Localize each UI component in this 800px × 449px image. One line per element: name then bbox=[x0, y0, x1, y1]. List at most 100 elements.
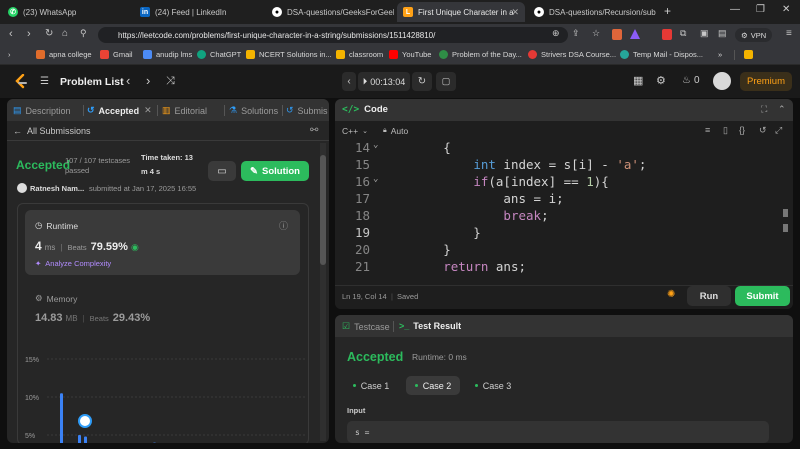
bookmark-gmail[interactable]: Gmail bbox=[100, 50, 133, 59]
solution-button[interactable]: ✎ Solution bbox=[241, 161, 309, 181]
result-scrollbar[interactable] bbox=[779, 317, 785, 441]
back-icon[interactable]: ‹ bbox=[9, 28, 13, 40]
language-select[interactable]: C++ ⌄ bbox=[342, 126, 368, 136]
fold-icon[interactable]: ⌄ bbox=[373, 174, 378, 184]
reload-icon[interactable]: ↻ bbox=[45, 28, 53, 39]
distribution-bar[interactable] bbox=[60, 393, 63, 443]
timer-display[interactable]: ⏵ 00:13:04 bbox=[358, 72, 410, 91]
bookmark-chatgpt[interactable]: ChatGPT bbox=[197, 50, 241, 59]
analyze-complexity-link[interactable]: ✦ Analyze Complexity bbox=[35, 259, 111, 268]
info-icon[interactable]: ⓘ bbox=[279, 219, 288, 232]
memory-title[interactable]: ⚙ Memory bbox=[35, 293, 77, 304]
submit-button[interactable]: Submit bbox=[735, 286, 790, 306]
bookmarks-expand-icon[interactable]: › bbox=[8, 50, 11, 59]
minimize-icon[interactable]: — bbox=[730, 4, 740, 15]
reset-code-icon[interactable]: ↺ bbox=[759, 125, 767, 136]
vpn-button[interactable]: ⚙ VPN bbox=[735, 28, 773, 42]
browser-tab-github-gfg[interactable]: ● DSA-questions/GeeksForGeeks a bbox=[266, 2, 394, 22]
bookmark-star-icon[interactable]: ☆ bbox=[592, 28, 600, 39]
runtime-distribution-chart[interactable]: 15% 10% 5% bbox=[25, 349, 305, 443]
your-submission-marker[interactable] bbox=[78, 414, 92, 428]
tab-description[interactable]: ▤ Description bbox=[13, 105, 71, 116]
bookmark-ncert[interactable]: NCERT Solutions in... bbox=[246, 50, 332, 59]
editor-scroll-marker[interactable] bbox=[783, 209, 788, 217]
premium-button[interactable]: Premium bbox=[740, 72, 792, 91]
case-1-tab[interactable]: Case 1 bbox=[349, 376, 393, 395]
tab-accepted[interactable]: ↺ Accepted ✕ bbox=[87, 105, 152, 116]
tab-test-result[interactable]: >_ Test Result bbox=[399, 321, 461, 331]
case-2-tab[interactable]: Case 2 bbox=[406, 376, 460, 395]
bookmark-apna-college[interactable]: apna college bbox=[36, 50, 92, 59]
rewards-icon[interactable] bbox=[630, 29, 640, 39]
code-editor[interactable]: 14 { ⌄ 15 int index = s[i] - 'a'; 16 if(… bbox=[335, 139, 793, 279]
tab-solutions[interactable]: ⚗ Solutions bbox=[229, 105, 278, 116]
fullscreen-icon[interactable]: ⤢ bbox=[775, 125, 782, 136]
zoom-icon[interactable]: ⊕ bbox=[552, 28, 560, 39]
close-window-icon[interactable]: ✕ bbox=[782, 4, 790, 15]
brave-shield-icon[interactable] bbox=[612, 29, 622, 40]
problem-list-link[interactable]: Problem List bbox=[60, 76, 124, 88]
problem-list-icon[interactable]: ☰ bbox=[40, 76, 49, 87]
user-avatar[interactable] bbox=[17, 183, 27, 193]
forward-icon[interactable]: › bbox=[27, 28, 31, 40]
settings-gear-icon[interactable]: ⚙ bbox=[656, 74, 666, 87]
browser-tab-linkedin[interactable]: in (24) Feed | LinkedIn bbox=[134, 2, 262, 22]
sidebar-icon[interactable]: ▣ bbox=[700, 28, 709, 39]
format-icon[interactable]: ≡ bbox=[705, 125, 710, 135]
url-input[interactable]: https://leetcode.com/problems/first-uniq… bbox=[98, 27, 568, 43]
editor-scroll-marker[interactable] bbox=[783, 224, 788, 232]
notes-button[interactable]: ▭ bbox=[208, 161, 236, 181]
browser-tab-leetcode[interactable]: L First Unique Character in a S ✕ bbox=[397, 2, 525, 22]
bookmark-potd[interactable]: Problem of the Day... bbox=[439, 50, 522, 59]
bookmark-anudip[interactable]: anudip lms bbox=[143, 50, 192, 59]
run-button[interactable]: Run bbox=[687, 286, 731, 306]
share-icon[interactable]: ⇪ bbox=[572, 28, 580, 39]
bookmark-icon[interactable]: ▯ bbox=[723, 125, 728, 136]
link-icon[interactable]: ⚯ bbox=[310, 125, 318, 136]
timer-collapse-icon[interactable]: ‹ bbox=[342, 72, 356, 91]
left-scrollbar-thumb[interactable] bbox=[320, 155, 326, 265]
timer-reset-icon[interactable]: ↻ bbox=[412, 72, 432, 91]
code-panel: </> Code ⛶ ⌃ C++ ⌄ 🔒︎ Auto ≡ ▯ {} ↺ ⤢ 14… bbox=[335, 99, 793, 309]
browser-tab-github-recursion[interactable]: ● DSA-questions/Recursion/subse bbox=[528, 2, 656, 22]
extension-icon[interactable] bbox=[662, 29, 672, 40]
auto-mode[interactable]: 🔒︎ Auto bbox=[383, 126, 408, 136]
tab-editorial[interactable]: ▥ Editorial bbox=[162, 105, 207, 116]
leetcode-logo-icon[interactable] bbox=[14, 73, 28, 90]
distribution-bar[interactable] bbox=[78, 435, 81, 443]
all-submissions-link[interactable]: ← All Submissions bbox=[13, 126, 91, 136]
site-info-icon[interactable]: ⚲ bbox=[80, 28, 87, 39]
restore-icon[interactable]: ❐ bbox=[756, 4, 765, 15]
streak-counter[interactable]: ♨ 0 bbox=[682, 75, 700, 86]
distribution-bar[interactable] bbox=[84, 436, 87, 443]
bookmark-classroom[interactable]: classroom bbox=[336, 50, 383, 59]
tab-submissions[interactable]: ↺ Submis bbox=[286, 105, 328, 116]
debug-bug-icon[interactable]: ✺ bbox=[667, 289, 675, 300]
case-3-tab[interactable]: Case 3 bbox=[471, 376, 515, 395]
prev-problem-icon[interactable]: ‹ bbox=[126, 73, 130, 88]
close-icon[interactable]: ✕ bbox=[511, 7, 519, 18]
puzzle-extensions-icon[interactable]: ⧉ bbox=[680, 28, 686, 39]
layout-grid-icon[interactable]: ▦ bbox=[633, 74, 643, 87]
browser-tab-whatsapp[interactable]: ✆ (23) WhatsApp bbox=[2, 2, 127, 22]
close-icon[interactable]: ✕ bbox=[144, 105, 152, 116]
bookmark-youtube[interactable]: YouTube bbox=[389, 50, 431, 59]
fold-icon[interactable]: ⌄ bbox=[373, 140, 378, 150]
avatar[interactable] bbox=[713, 72, 731, 90]
next-problem-icon[interactable]: › bbox=[146, 73, 150, 88]
username[interactable]: Ratnesh Nam... bbox=[30, 184, 84, 193]
maximize-icon[interactable]: ⛶ bbox=[761, 104, 767, 115]
notes-icon[interactable]: ▢ bbox=[436, 72, 456, 91]
home-icon[interactable]: ⌂ bbox=[62, 28, 68, 39]
tab-testcase[interactable]: ☑ Testcase bbox=[342, 321, 390, 332]
bookmarks-overflow-icon[interactable]: » bbox=[718, 50, 722, 59]
bookmark-tempmail[interactable]: Temp Mail - Dispos... bbox=[620, 50, 703, 59]
braces-icon[interactable]: {} bbox=[739, 125, 745, 135]
menu-icon[interactable]: ≡ bbox=[786, 28, 792, 39]
wallet-icon[interactable]: ▤ bbox=[718, 28, 727, 39]
all-bookmarks-button[interactable] bbox=[744, 50, 757, 59]
new-tab-icon[interactable]: + bbox=[664, 4, 671, 18]
shuffle-icon[interactable]: ⤨ bbox=[166, 75, 175, 88]
collapse-icon[interactable]: ⌃ bbox=[778, 104, 786, 115]
bookmark-strivers[interactable]: Strivers DSA Course... bbox=[528, 50, 616, 59]
